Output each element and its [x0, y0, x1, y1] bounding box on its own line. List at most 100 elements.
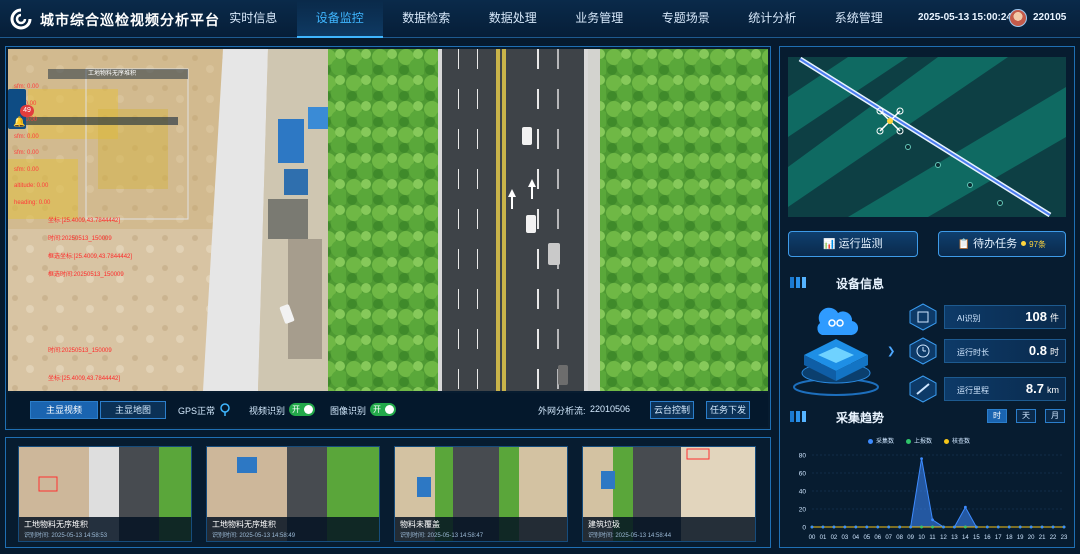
- user-id[interactable]: 220105: [1033, 12, 1066, 23]
- nav-device-monitor[interactable]: 设备监控: [296, 0, 383, 38]
- thumbnail-title: 工地物料无序堆积: [212, 520, 276, 529]
- y-tick-label: 60: [799, 471, 807, 478]
- recognition-thumbnails: 工地物料无序堆积 识别时间: 2025-05-13 14:58:53 工地物料无…: [5, 437, 771, 548]
- task-dispatch-button[interactable]: 任务下发: [706, 401, 750, 419]
- thumbnail-card[interactable]: 建筑垃圾 识别时间: 2025-05-13 14:58:44: [582, 446, 756, 542]
- toggle-label: 开: [373, 405, 381, 414]
- toggle-label: 开: [292, 405, 300, 414]
- device-cloud-icon: [793, 307, 879, 396]
- x-tick-label: 12: [940, 535, 947, 541]
- x-tick-label: 15: [973, 535, 980, 541]
- ptz-control-button[interactable]: 云台控制: [650, 401, 694, 419]
- overlay-line: sfm: 0.00: [14, 150, 39, 156]
- clock-icon: [909, 337, 937, 365]
- thumbnail-card[interactable]: 工地物料无序堆积 识别时间: 2025-05-13 14:58:53: [18, 446, 192, 542]
- detection-box-label: 工地物料无序堆积: [88, 71, 137, 77]
- data-point: [832, 525, 836, 529]
- x-tick-label: 18: [1006, 535, 1013, 541]
- x-tick-label: 23: [1061, 535, 1068, 541]
- track-map[interactable]: [788, 57, 1066, 217]
- nav-scenes[interactable]: 专题场景: [643, 0, 730, 38]
- stat-label: 运行时长: [957, 348, 989, 357]
- stat-unit: 件: [1049, 313, 1059, 323]
- data-point: [996, 525, 1000, 529]
- chart-legend: 采集数 上报数 核查数: [868, 436, 970, 445]
- run-monitor-button[interactable]: 📊 运行监测: [788, 231, 918, 257]
- nav-data-process[interactable]: 数据处理: [470, 0, 557, 38]
- overlay-line: altitude: 0.00: [14, 183, 49, 189]
- overlay-line: sfm: 0.00: [14, 166, 39, 173]
- range-hour-button[interactable]: 时: [987, 409, 1007, 423]
- nav-business[interactable]: 业务管理: [556, 0, 643, 38]
- data-point: [963, 525, 967, 529]
- y-tick-label: 0: [802, 525, 806, 532]
- stream-id: 22010506: [590, 404, 631, 414]
- main-video-panel: 工地物料无序堆积 sfm: 0.00 scl: 0.00 dtc: 0.00 s…: [5, 46, 771, 430]
- thumbnail-card[interactable]: 工地物料无序堆积 识别时间: 2025-05-13 14:58:49: [206, 446, 380, 542]
- stat-run-mileage: 运行里程 8.7 km: [908, 375, 1068, 403]
- stat-box: 运行里程 8.7 km: [944, 377, 1066, 401]
- main-video-button[interactable]: 主显视频: [30, 401, 98, 419]
- video-recog-toggle[interactable]: 开: [289, 403, 315, 416]
- data-point: [810, 525, 814, 529]
- track-map-image: [788, 57, 1066, 217]
- thumbnail-time: 识别时间: 2025-05-13 14:58:47: [400, 533, 484, 539]
- data-point: [854, 525, 858, 529]
- data-point: [985, 525, 989, 529]
- drone-video-feed[interactable]: 工地物料无序堆积 sfm: 0.00 scl: 0.00 dtc: 0.00 s…: [8, 49, 768, 391]
- stat-label: AI识别: [957, 314, 981, 323]
- thumbnail-caption: 物料未覆盖 识别时间: 2025-05-13 14:58:47: [395, 517, 567, 541]
- right-panel: 📊 运行监测 📋 待办任务 97条 设备信息 ❯ AI识别 108 件 运行时长…: [779, 46, 1075, 548]
- data-point: [887, 525, 891, 529]
- legend-item: 上报数: [906, 436, 932, 445]
- video-control-bar: 主显视频 主显地图 GPS正常 视频识别 开 图像识别 开 外网分析流: 220…: [8, 393, 768, 427]
- stat-unit: 时: [1049, 347, 1059, 357]
- y-tick-label: 80: [799, 453, 807, 460]
- data-point: [865, 525, 869, 529]
- data-point: [898, 525, 902, 529]
- chevron-right-icon: ❯: [887, 346, 896, 357]
- video-recog-label: 视频识别: [249, 406, 286, 416]
- run-monitor-label: 运行监测: [838, 238, 883, 250]
- series-area: [812, 458, 1064, 528]
- main-map-button[interactable]: 主显地图: [100, 401, 166, 419]
- x-tick-label: 07: [885, 535, 892, 541]
- x-tick-label: 11: [929, 535, 936, 541]
- stat-number: 0.8: [1028, 343, 1047, 358]
- bell-icon[interactable]: 🔔: [13, 117, 25, 128]
- thumbnail-card[interactable]: 物料未覆盖 识别时间: 2025-05-13 14:58:47: [394, 446, 568, 542]
- trend-chart: 0 20 40 60 80 00 01 02 03 04 05 06 07 08 09 10 11 12 13 14 1…: [799, 453, 1068, 542]
- nav-data-search[interactable]: 数据检索: [383, 0, 470, 38]
- trend-title: 采集趋势: [836, 411, 885, 425]
- pending-tasks-label: 待办任务: [973, 238, 1018, 250]
- nav-system[interactable]: 系统管理: [816, 0, 903, 38]
- stat-value: 0.8 时: [1029, 343, 1059, 358]
- image-recog-toggle[interactable]: 开: [370, 403, 396, 416]
- stat-run-duration: 运行时长 0.8 时: [908, 337, 1068, 365]
- x-tick-label: 08: [896, 535, 903, 541]
- x-tick-label: 01: [820, 535, 827, 541]
- pending-tasks-button[interactable]: 📋 待办任务 97条: [938, 231, 1066, 257]
- stream-label: 外网分析流:: [538, 406, 586, 416]
- data-point: [1007, 525, 1011, 529]
- legend-swatch: [906, 438, 912, 444]
- nav-statistics[interactable]: 统计分析: [729, 0, 816, 38]
- thumbnail-title: 建筑垃圾: [588, 520, 620, 529]
- toggle-knob: [304, 405, 313, 414]
- x-tick-label: 17: [995, 535, 1002, 541]
- chart-icon: 📊: [823, 239, 839, 250]
- nav-realtime[interactable]: 实时信息: [210, 0, 297, 38]
- avatar[interactable]: [1009, 9, 1027, 27]
- range-month-button[interactable]: 月: [1045, 409, 1065, 423]
- data-point: [909, 525, 913, 529]
- x-tick-label: 13: [951, 535, 958, 541]
- overlay-meta-line: 时间:20250513_150009: [48, 236, 112, 242]
- pending-dot: [1021, 241, 1027, 246]
- data-point: [920, 457, 923, 460]
- range-day-button[interactable]: 天: [1016, 409, 1036, 423]
- x-tick-label: 19: [1017, 535, 1024, 541]
- x-tick-label: 10: [918, 535, 925, 541]
- thumbnail-caption: 工地物料无序堆积 识别时间: 2025-05-13 14:58:49: [207, 517, 379, 541]
- section-marker-icon: [790, 277, 806, 288]
- x-tick-label: 21: [1039, 535, 1046, 541]
